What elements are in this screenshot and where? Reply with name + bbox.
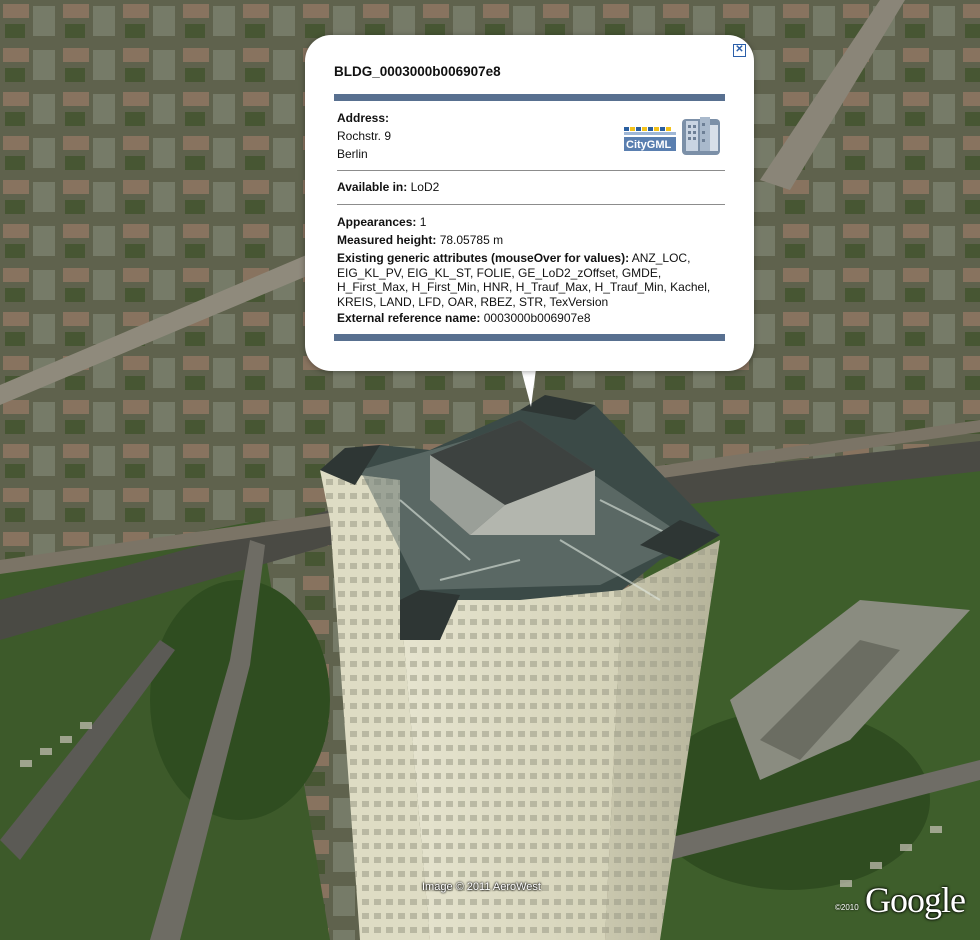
divider (337, 204, 725, 205)
map-year: ©2010 (835, 903, 859, 912)
footer-bar (334, 334, 725, 341)
close-icon[interactable]: ✕ (733, 44, 746, 57)
svg-text:CityGML: CityGML (626, 139, 672, 151)
google-logo: Google (865, 880, 966, 920)
title-bar (334, 94, 725, 101)
imagery-copyright: Image © 2011 AeroWest (422, 881, 541, 893)
generic-attributes[interactable]: Existing generic attributes (mouseOver f… (337, 251, 715, 309)
available-row: Available in: LoD2 (337, 180, 440, 194)
balloon-title: BLDG_0003000b006907e8 (334, 64, 501, 79)
earth-3d-view[interactable]: ✕ BLDG_0003000b006907e8 Address: Rochstr… (0, 0, 980, 940)
appearances-row: Appearances: 1 (337, 215, 427, 229)
address-street: Rochstr. 9 (337, 129, 392, 143)
balloon-pointer (521, 369, 536, 407)
info-balloon: ✕ BLDG_0003000b006907e8 Address: Rochstr… (305, 35, 754, 371)
address-city: Berlin (337, 147, 368, 161)
address-label: Address: (337, 111, 390, 125)
extref-row: External reference name: 0003000b006907e… (337, 311, 591, 325)
citygml-logo: CityGML (624, 117, 720, 155)
divider (337, 170, 725, 171)
height-row: Measured height: 78.05785 m (337, 233, 504, 247)
